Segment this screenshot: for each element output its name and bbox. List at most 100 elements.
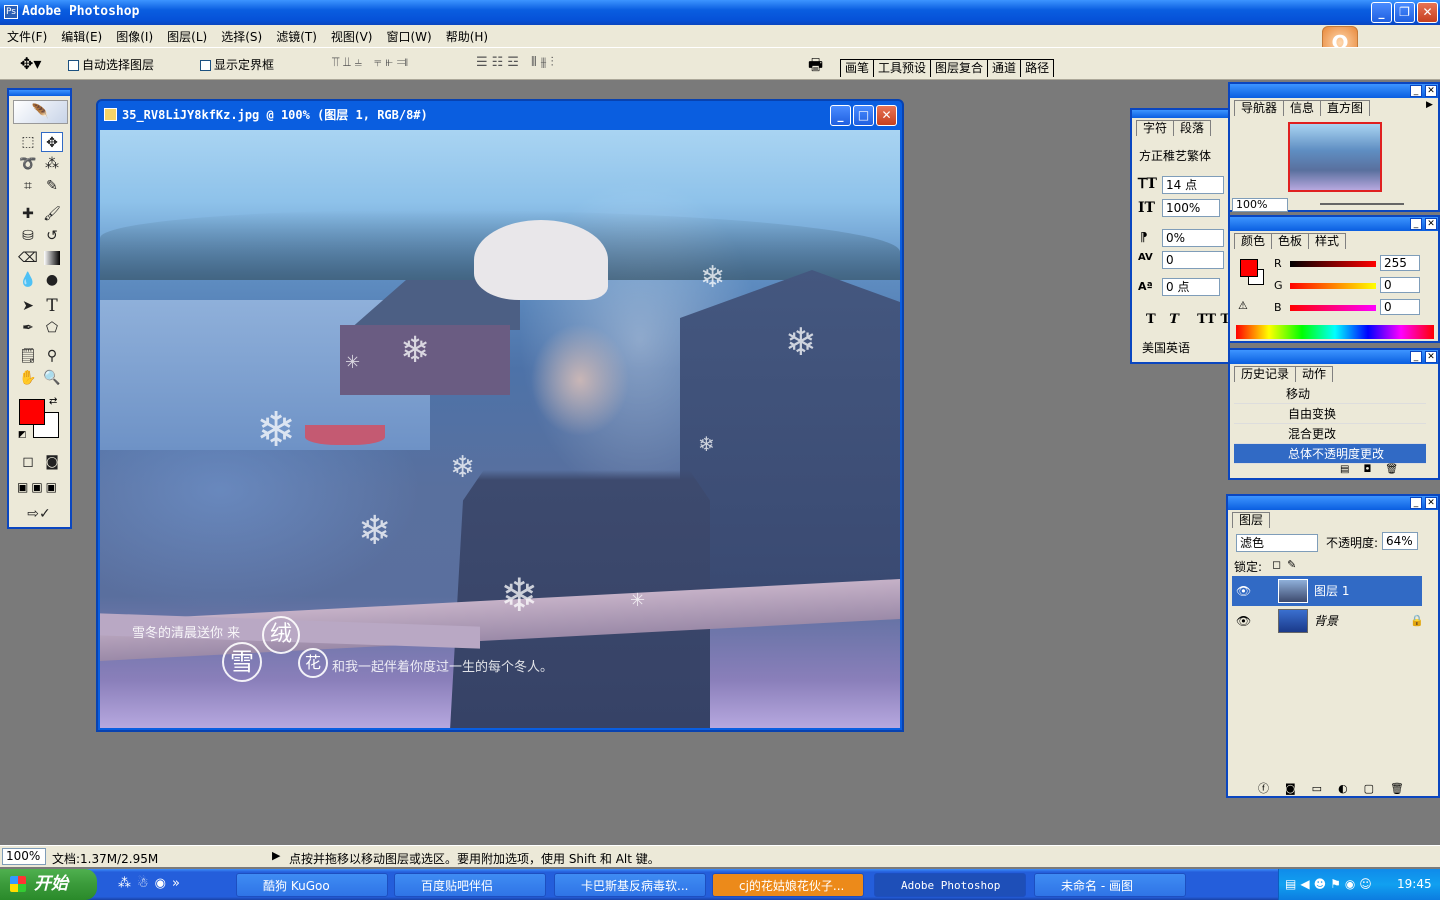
history-close-button[interactable]: ✕ — [1425, 351, 1437, 363]
tab-styles[interactable]: 样式 — [1308, 233, 1347, 249]
dodge-tool-icon[interactable]: ● — [41, 270, 63, 290]
font-size-field[interactable]: 14 点 — [1162, 176, 1224, 194]
status-zoom-field[interactable]: 100% — [2, 848, 46, 865]
tab-character[interactable]: 字符 — [1136, 120, 1175, 136]
doc-minimize-button[interactable]: _ — [830, 105, 851, 126]
crop-tool-icon[interactable]: ⌗ — [17, 176, 39, 196]
distribute-buttons-icon[interactable]: ☰☷☲ ⫴⫵⫶ — [476, 55, 558, 70]
tab-info[interactable]: 信息 — [1283, 100, 1322, 116]
tab-navigator[interactable]: 导航器 — [1234, 100, 1285, 116]
slice-tool-icon[interactable]: ✎ — [41, 176, 63, 196]
menu-edit[interactable]: 编辑(E) — [54, 28, 109, 45]
image-canvas[interactable]: ❄ ❄ ❄ ❄ ❄ ✳ ❄ ❄ ❄ ✳ 雪冬的清晨送你 来 雪 绒 花 和我一起… — [100, 130, 900, 728]
hand-tool-icon[interactable]: ✋ — [17, 368, 39, 388]
navigator-zoom-field[interactable]: 100% — [1232, 198, 1288, 212]
taskbar-item-photoshop[interactable]: Adobe Photoshop — [874, 873, 1026, 897]
panel-menu-arrow-icon[interactable]: ▶ — [1426, 100, 1433, 110]
font-family-field[interactable]: 方正稚艺繁体 — [1136, 148, 1228, 166]
status-doc-size[interactable]: 文档:1.37M/2.95M — [52, 850, 158, 867]
tab-history[interactable]: 历史记录 — [1234, 366, 1297, 382]
menu-window[interactable]: 窗口(W) — [379, 28, 438, 45]
well-tab-channels[interactable]: 通道 — [987, 59, 1022, 77]
menu-filter[interactable]: 滤镜(T) — [269, 28, 324, 45]
well-tab-paths[interactable]: 路径 — [1020, 59, 1055, 77]
menu-layer[interactable]: 图层(L) — [160, 28, 214, 45]
brush-tool-icon[interactable]: 🖌 — [41, 204, 63, 224]
opacity-field[interactable]: 64% — [1382, 532, 1418, 550]
tab-actions[interactable]: 动作 — [1295, 366, 1334, 382]
restore-button[interactable]: ❐ — [1394, 2, 1415, 23]
swap-colors-icon[interactable]: ⇄ — [49, 396, 57, 407]
taskbar-item-tieba[interactable]: 百度贴吧伴侣 — [394, 873, 546, 897]
default-colors-icon[interactable]: ◩ — [18, 430, 27, 440]
b-value-field[interactable]: 0 — [1380, 299, 1420, 315]
history-footer-icons[interactable]: ▤◘🗑 — [1340, 464, 1412, 475]
blur-tool-icon[interactable]: 💧 — [17, 270, 39, 290]
vertical-scale-field[interactable]: 100% — [1162, 199, 1220, 217]
menu-select[interactable]: 选择(S) — [214, 28, 269, 45]
faux-italic-button[interactable]: T — [1169, 312, 1179, 327]
all-caps-button[interactable]: TT — [1197, 312, 1216, 327]
taskbar-item-chat[interactable]: cj的花姑娘花伙子... — [712, 873, 864, 897]
shape-tool-icon[interactable]: ⬠ — [41, 318, 63, 338]
history-item-selected[interactable]: 总体不透明度更改 — [1234, 444, 1426, 464]
layers-minimize-button[interactable]: _ — [1410, 497, 1422, 509]
layers-footer-icons[interactable]: ⓕ◙▭◐▢🗑 — [1258, 780, 1420, 796]
menu-help[interactable]: 帮助(H) — [439, 28, 495, 45]
well-tab-tool-presets[interactable]: 工具预设 — [873, 59, 932, 77]
menu-file[interactable]: 文件(F) — [0, 28, 54, 45]
color-minimize-button[interactable]: _ — [1410, 218, 1422, 230]
eyedropper-tool-icon[interactable]: ⚲ — [41, 346, 63, 366]
move-tool-icon[interactable]: ✥ — [41, 132, 63, 152]
nav-minimize-button[interactable]: _ — [1410, 85, 1422, 97]
history-brush-tool-icon[interactable]: ↺ — [41, 226, 63, 246]
start-button[interactable]: 开始 — [0, 869, 97, 900]
palette-well-icon[interactable]: 🖶 — [808, 54, 823, 81]
tab-swatches[interactable]: 色板 — [1271, 233, 1310, 249]
tracking-field[interactable]: 0% — [1162, 229, 1224, 247]
history-item[interactable]: 移动 — [1234, 384, 1426, 404]
baseline-field[interactable]: 0 点 — [1162, 278, 1220, 296]
minimize-button[interactable]: _ — [1371, 2, 1392, 23]
marquee-tool-icon[interactable]: ⬚ — [17, 132, 39, 152]
zoom-tool-icon[interactable]: 🔍 — [41, 368, 63, 388]
magic-wand-tool-icon[interactable]: ⁂ — [41, 154, 63, 174]
pen-tool-icon[interactable]: ✒ — [17, 318, 39, 338]
quicklaunch-icons[interactable]: ⁂☃◉» — [118, 876, 186, 891]
quick-mask-mode-icon[interactable]: ◙ — [41, 452, 63, 472]
spectrum-bar[interactable] — [1236, 325, 1434, 339]
gradient-tool-icon[interactable] — [44, 251, 60, 265]
align-buttons-icon[interactable]: ⫪⫫⫨ ⫧⫦⫥ — [332, 55, 412, 70]
tab-paragraph[interactable]: 段落 — [1173, 120, 1212, 136]
menu-view[interactable]: 视图(V) — [324, 28, 380, 45]
screen-mode-icons[interactable]: ▣▣▣ — [17, 480, 60, 494]
taskbar-item-paint[interactable]: 未命名 - 画图 — [1034, 873, 1186, 897]
show-bounds-checkbox[interactable]: 显示定界框 — [200, 56, 274, 73]
nav-close-button[interactable]: ✕ — [1425, 85, 1437, 97]
taskbar-item-kaspersky[interactable]: 卡巴斯基反病毒软... — [554, 873, 706, 897]
close-button[interactable]: ✕ — [1417, 2, 1438, 23]
standard-mode-icon[interactable]: ◻ — [17, 452, 39, 472]
layers-close-button[interactable]: ✕ — [1425, 497, 1437, 509]
notes-tool-icon[interactable]: 🗒 — [17, 346, 39, 366]
layer-visibility-eye-icon[interactable]: 👁 — [1236, 584, 1251, 598]
path-selection-tool-icon[interactable]: ➤ — [17, 296, 39, 316]
tray-icons[interactable]: ▤◀☻⚑◉☺ — [1285, 869, 1376, 900]
r-slider[interactable] — [1290, 261, 1376, 267]
zoom-slider[interactable] — [1320, 203, 1404, 205]
g-value-field[interactable]: 0 — [1380, 277, 1420, 293]
tab-histogram[interactable]: 直方图 — [1320, 100, 1371, 116]
layer-row-background[interactable]: 背景 — [1232, 606, 1422, 636]
feather-logo-icon[interactable]: 🪶 — [13, 100, 68, 124]
well-tab-layer-comps[interactable]: 图层复合 — [930, 59, 989, 77]
menu-image[interactable]: 图像(I) — [109, 28, 160, 45]
status-arrow-icon[interactable]: ▶ — [272, 849, 280, 862]
color-close-button[interactable]: ✕ — [1425, 218, 1437, 230]
eraser-tool-icon[interactable]: ⌫ — [17, 248, 39, 268]
type-style-buttons[interactable]: T T TT T — [1146, 312, 1230, 327]
history-item[interactable]: 自由变换 — [1234, 404, 1426, 424]
faux-bold-button[interactable]: T — [1146, 312, 1156, 327]
clone-stamp-tool-icon[interactable]: ⛁ — [17, 226, 39, 246]
doc-maximize-button[interactable]: □ — [853, 105, 874, 126]
well-tab-brushes[interactable]: 画笔 — [840, 59, 875, 77]
